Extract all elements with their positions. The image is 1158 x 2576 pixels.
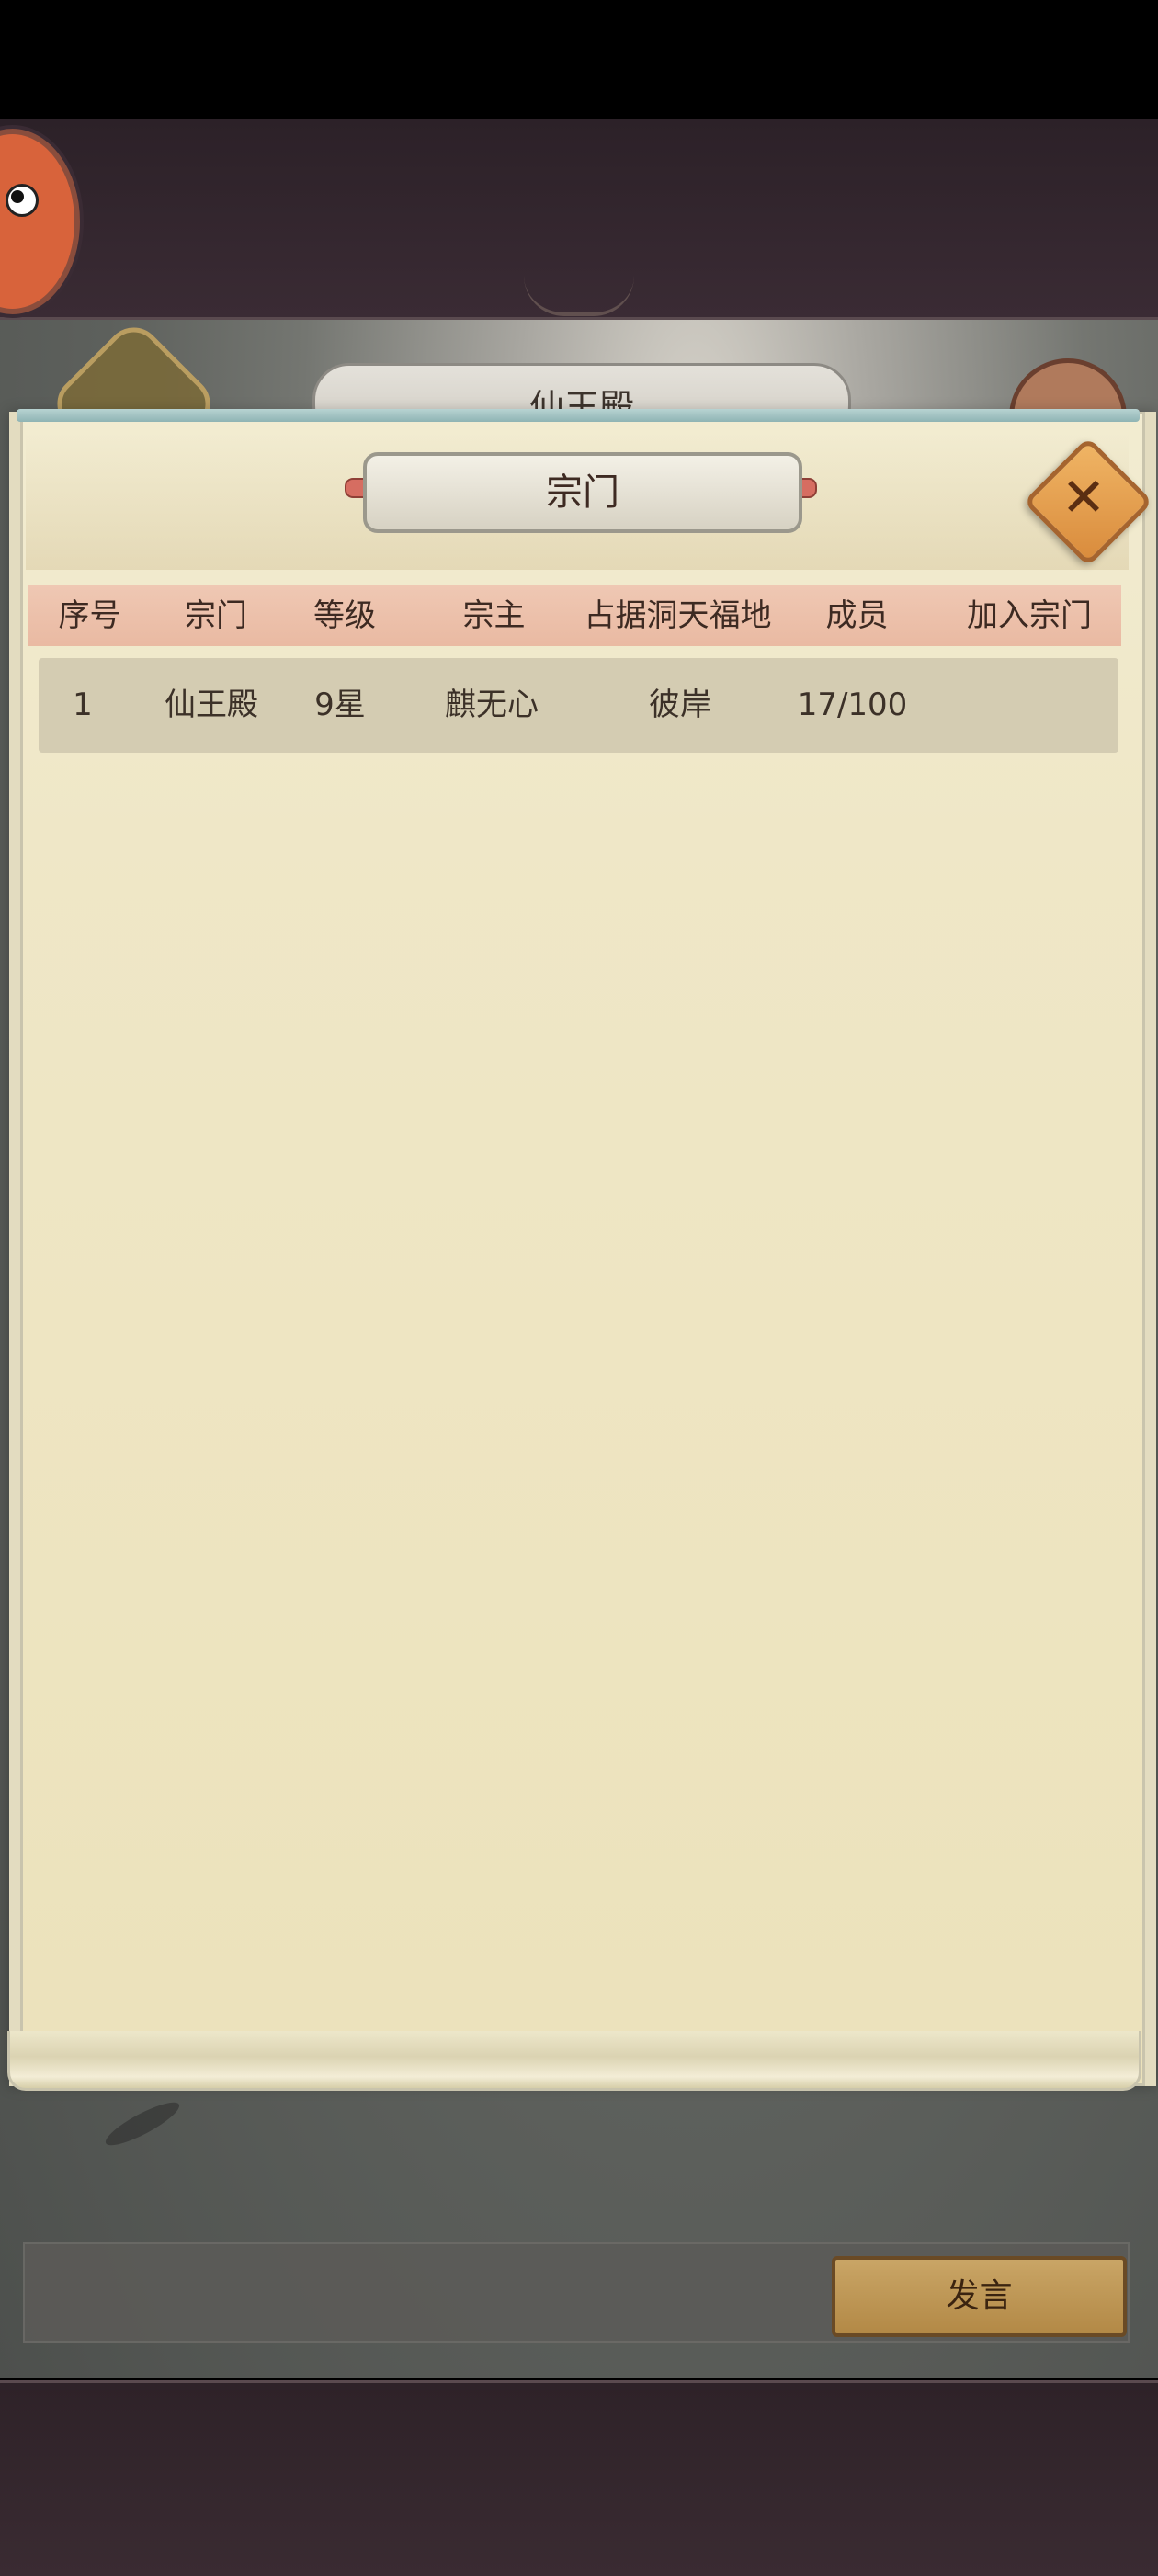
header-sect: 宗门 [185,597,247,634]
bottom-bar [0,2380,1158,2576]
dialog-title: 宗门 [363,452,802,533]
avatar-pupil-icon [11,190,24,203]
row-members: 17/100 [797,687,908,723]
status-bar [0,0,1158,119]
header-index: 序号 [58,597,121,634]
row-join-button[interactable] [951,658,1107,753]
header-members: 成员 [825,597,889,634]
scroll-bottom-curl [7,2031,1141,2091]
row-level: 9星 [314,687,366,723]
scroll-top-rod [17,409,1140,422]
header-join: 加入宗门 [967,597,1092,634]
row-index: 1 [73,687,93,723]
header-territory: 占据洞天福地 [584,597,772,634]
speak-button[interactable]: 发言 [832,2256,1127,2337]
row-leader: 麒无心 [445,687,539,723]
header-level: 等级 [313,597,376,634]
row-territory: 彼岸 [649,687,711,723]
close-icon[interactable]: ✕ [1042,456,1125,539]
header-leader: 宗主 [462,597,526,634]
row-sect-name: 仙王殿 [165,687,258,723]
